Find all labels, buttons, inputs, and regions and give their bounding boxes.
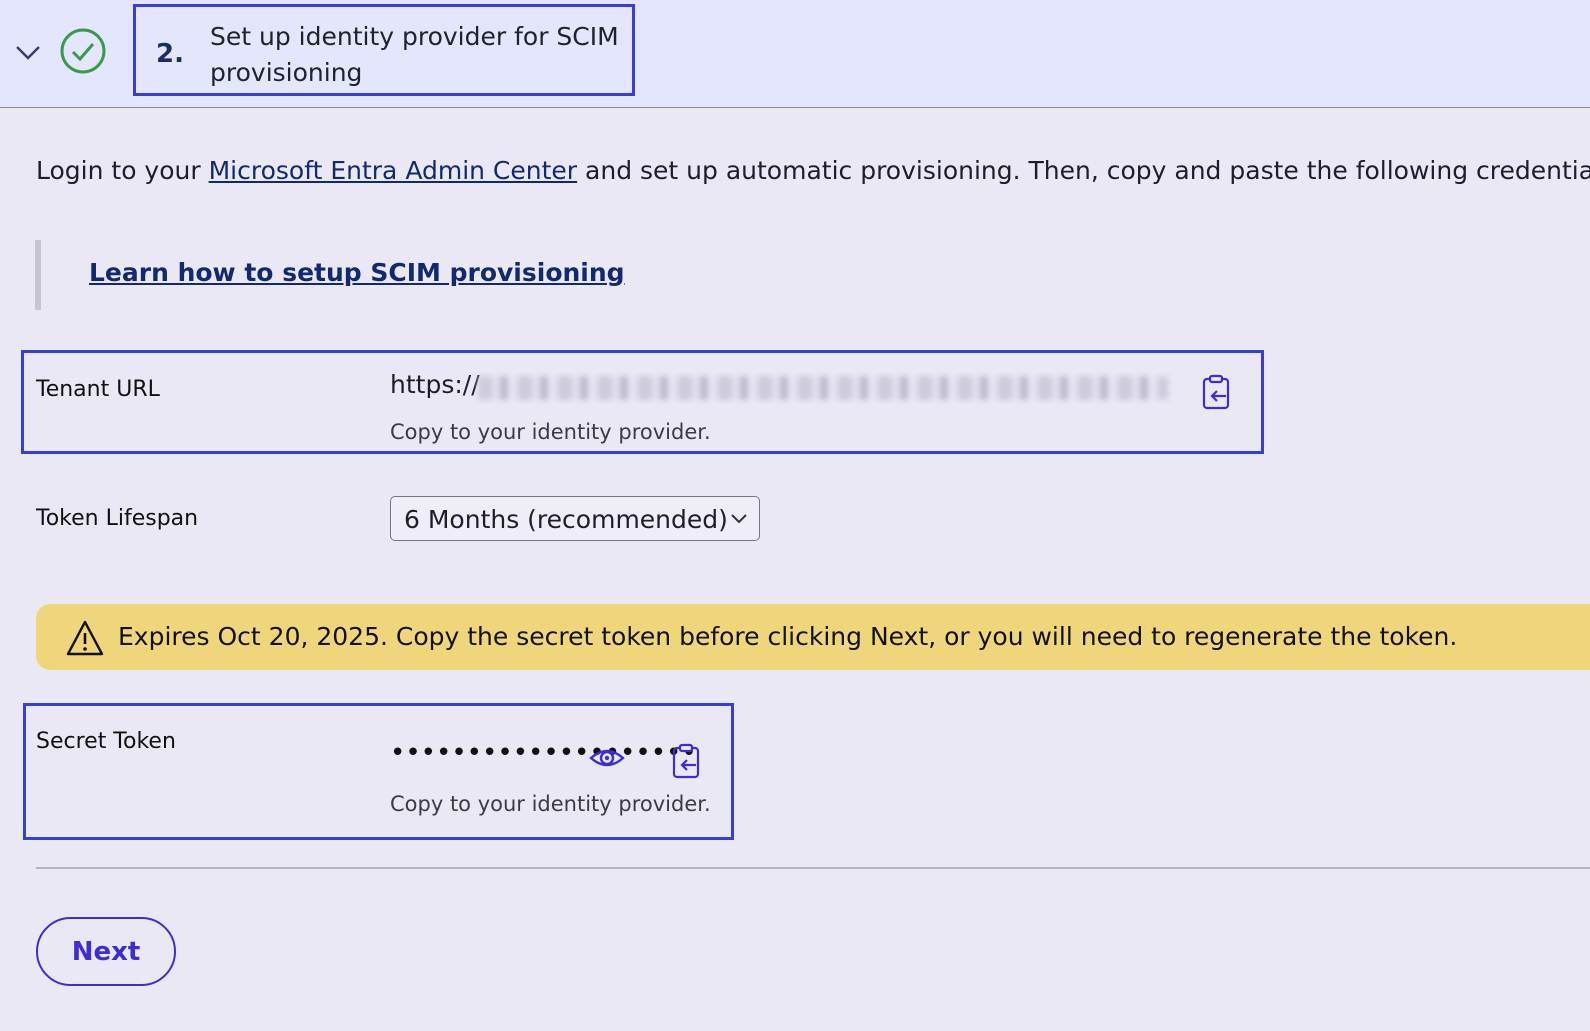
learn-scim-link[interactable]: Learn how to setup SCIM provisioning <box>89 258 625 287</box>
step-title: Set up identity provider for SCIM provis… <box>210 22 619 87</box>
eye-icon[interactable] <box>587 738 627 778</box>
step-number: 2. <box>156 39 184 69</box>
token-lifespan-select[interactable]: 6 Months (recommended) <box>390 496 760 541</box>
expiry-warning-banner: Expires Oct 20, 2025. Copy the secret to… <box>36 604 1590 670</box>
tenant-url-label: Tenant URL <box>36 377 160 402</box>
entra-admin-center-link[interactable]: Microsoft Entra Admin Center <box>209 156 577 185</box>
step-header: 2. Set up identity provider for SCIM pro… <box>0 0 1590 108</box>
warning-text: Expires Oct 20, 2025. Copy the secret to… <box>118 622 1458 651</box>
warning-icon <box>66 620 104 656</box>
callout-bar <box>35 240 41 310</box>
clipboard-copy-icon[interactable] <box>666 741 706 781</box>
tenant-url-help: Copy to your identity provider. <box>390 420 711 444</box>
token-lifespan-value: 6 Months (recommended) <box>404 505 728 534</box>
secret-token-help: Copy to your identity provider. <box>390 792 711 816</box>
tenant-url-redacted <box>478 376 1168 400</box>
divider <box>36 867 1590 869</box>
chevron-down-icon <box>731 514 747 524</box>
intro-suffix: and set up automatic provisioning. Then,… <box>577 156 1590 185</box>
chevron-down-icon[interactable] <box>13 38 43 68</box>
step-title-box[interactable]: 2. Set up identity provider for SCIM pro… <box>133 4 635 96</box>
intro-text: Login to your Microsoft Entra Admin Cent… <box>36 156 1590 185</box>
token-lifespan-label: Token Lifespan <box>36 506 199 531</box>
check-circle-icon <box>60 28 106 74</box>
secret-token-label: Secret Token <box>36 729 176 754</box>
tenant-url-text: https:// <box>390 370 480 399</box>
secret-token-field-box <box>23 703 734 840</box>
secret-token-value[interactable]: •••••••••••••••••••• <box>390 738 697 768</box>
clipboard-copy-icon[interactable] <box>1196 372 1236 412</box>
next-button[interactable]: Next <box>36 917 176 986</box>
intro-prefix: Login to your <box>36 156 209 185</box>
